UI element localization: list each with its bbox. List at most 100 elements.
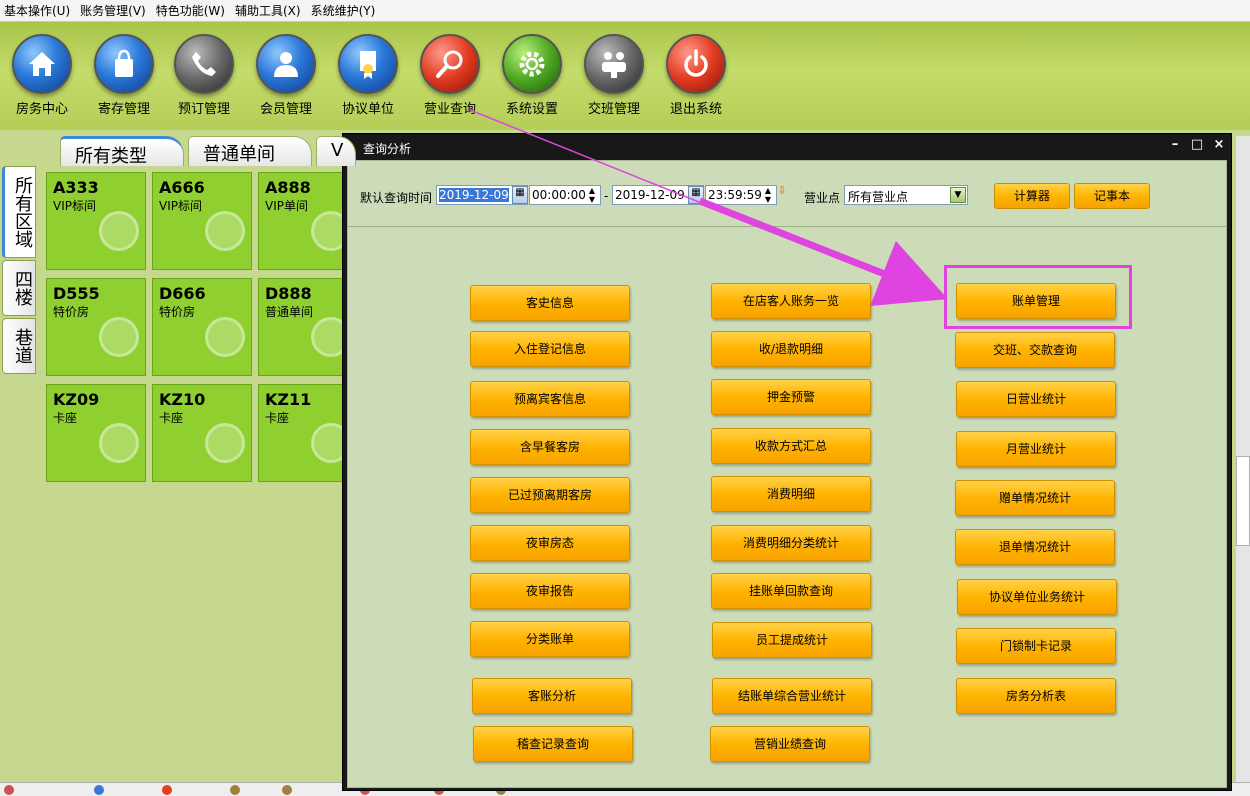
power-icon — [666, 34, 726, 94]
toolbar-room-center[interactable]: 房务中心 — [2, 34, 82, 117]
toolbar-agreement-unit[interactable]: 协议单位 — [328, 34, 408, 117]
menu-features[interactable]: 特色功能(W) — [156, 2, 225, 19]
checkin-registration-button[interactable]: 入住登记信息 — [470, 331, 630, 367]
calendar-icon[interactable]: ▦ — [512, 186, 528, 204]
room-type: 特价房 — [53, 305, 90, 319]
watermark-logo-icon — [205, 423, 245, 463]
room-type: 卡座 — [53, 411, 78, 425]
refund-stats-button[interactable]: 退单情况统计 — [955, 529, 1115, 565]
toolbar-exit[interactable]: 退出系统 — [656, 34, 736, 117]
business-point-label: 营业点 — [804, 191, 841, 205]
maximize-icon[interactable]: □ — [1189, 137, 1205, 155]
room-number: A888 — [265, 178, 311, 197]
chevron-down-icon[interactable]: ▼ — [950, 187, 966, 203]
status-item[interactable] — [278, 783, 338, 796]
overdue-rooms-button[interactable]: 已过预离期客房 — [470, 477, 630, 513]
minimize-icon[interactable]: – — [1167, 137, 1183, 155]
consumption-category-button[interactable]: 消费明细分类统计 — [711, 525, 871, 561]
room-number: KZ09 — [53, 390, 100, 409]
in-house-accounts-button[interactable]: 在店客人账务一览 — [711, 283, 871, 319]
room-type: VIP标间 — [53, 199, 96, 213]
refund-details-button[interactable]: 收/退款明细 — [711, 331, 871, 367]
area-tabs: 所有区域 四楼 巷道 — [2, 166, 38, 376]
toolbar-member[interactable]: 会员管理 — [246, 34, 326, 117]
room-number: A333 — [53, 178, 99, 197]
guest-account-analysis-button[interactable]: 客账分析 — [472, 678, 632, 714]
menu-basic[interactable]: 基本操作(U) — [4, 2, 70, 19]
dialog-title-bar[interactable]: 查询分析 – □ × — [343, 134, 1231, 160]
arrow-down-icon[interactable]: ⇩ — [776, 185, 788, 204]
tab-all-types[interactable]: 所有类型 — [60, 136, 184, 167]
toolbar-shift-management[interactable]: 交班管理 — [574, 34, 654, 117]
toolbar-storage[interactable]: 寄存管理 — [84, 34, 164, 117]
toolbar-reservation[interactable]: 预订管理 — [164, 34, 244, 117]
calculator-button[interactable]: 计算器 — [994, 183, 1070, 209]
room-card[interactable]: KZ09 卡座 — [46, 384, 146, 482]
staff-commission-button[interactable]: 员工提成统计 — [712, 622, 872, 658]
room-card[interactable]: KZ10 卡座 — [152, 384, 252, 482]
status-item[interactable] — [0, 783, 60, 796]
status-item[interactable] — [226, 783, 286, 796]
room-number: D555 — [53, 284, 100, 303]
room-type: VIP标间 — [159, 199, 202, 213]
handover-icon — [584, 34, 644, 94]
room-type: 普通单间 — [265, 305, 314, 319]
room-card[interactable]: D666 特价房 — [152, 278, 252, 376]
watermark-logo-icon — [205, 317, 245, 357]
breakfast-rooms-button[interactable]: 含早餐客房 — [470, 429, 630, 465]
expected-departure-button[interactable]: 预离宾客信息 — [470, 381, 630, 417]
daily-revenue-button[interactable]: 日营业统计 — [956, 381, 1116, 417]
tab-fourth-floor[interactable]: 四楼 — [2, 260, 36, 316]
calendar-icon[interactable]: ▦ — [688, 186, 704, 204]
status-item[interactable] — [90, 783, 150, 796]
room-type: 卡座 — [159, 411, 184, 425]
toolbar-system-settings[interactable]: 系统设置 — [492, 34, 572, 117]
marketing-performance-button[interactable]: 营销业绩查询 — [710, 726, 870, 762]
highlight-box — [944, 265, 1132, 329]
room-type: 卡座 — [265, 411, 290, 425]
tab-vip[interactable]: V — [316, 136, 356, 166]
night-audit-report-button[interactable]: 夜审报告 — [470, 573, 630, 609]
room-type: VIP单间 — [265, 199, 308, 213]
room-analysis-button[interactable]: 房务分析表 — [956, 678, 1116, 714]
guest-history-button[interactable]: 客史信息 — [470, 285, 630, 321]
complimentary-stats-button[interactable]: 赠单情况统计 — [955, 480, 1115, 516]
audit-record-button[interactable]: 稽查记录查询 — [473, 726, 633, 762]
business-point-select[interactable]: 所有营业点 ▼ — [844, 185, 968, 205]
status-item[interactable] — [158, 783, 218, 796]
payment-summary-button[interactable]: 收款方式汇总 — [711, 428, 871, 464]
checkout-statistics-button[interactable]: 结账单综合营业统计 — [712, 678, 872, 714]
room-number: D666 — [159, 284, 206, 303]
user-icon — [256, 34, 316, 94]
tab-alley[interactable]: 巷道 — [2, 318, 36, 374]
main-toolbar: 房务中心 寄存管理 预订管理 会员管理 协议单位 营业查询 系统设置 交班管理 … — [0, 22, 1250, 130]
close-icon[interactable]: × — [1211, 137, 1227, 155]
toolbar-label: 交班管理 — [587, 102, 640, 117]
monthly-revenue-button[interactable]: 月营业统计 — [956, 431, 1116, 467]
toolbar-business-query[interactable]: 营业查询 — [410, 34, 490, 117]
room-card[interactable]: A333 VIP标间 — [46, 172, 146, 270]
start-time-spinner-icon[interactable]: ▲ ▼ — [586, 186, 598, 204]
right-panel-edge — [1236, 136, 1250, 782]
credit-repayment-button[interactable]: 挂账单回款查询 — [711, 573, 871, 609]
tab-all-areas[interactable]: 所有区域 — [2, 166, 36, 258]
deposit-alert-button[interactable]: 押金预警 — [711, 379, 871, 415]
room-card[interactable]: A666 VIP标间 — [152, 172, 252, 270]
end-time-spinner-icon[interactable]: ▲ ▼ — [762, 186, 774, 204]
home-icon — [12, 34, 72, 94]
night-audit-status-button[interactable]: 夜审房态 — [470, 525, 630, 561]
toolbar-label: 营业查询 — [423, 102, 476, 117]
consumption-details-button[interactable]: 消费明细 — [711, 476, 871, 512]
room-number: A666 — [159, 178, 205, 197]
notepad-button[interactable]: 记事本 — [1074, 183, 1150, 209]
menu-accounting[interactable]: 账务管理(V) — [80, 2, 146, 19]
room-card[interactable]: D555 特价房 — [46, 278, 146, 376]
tab-standard-single[interactable]: 普通单间 — [188, 136, 312, 166]
shift-payment-query-button[interactable]: 交班、交款查询 — [955, 332, 1115, 368]
bag-icon — [94, 34, 154, 94]
menu-tools[interactable]: 辅助工具(X) — [235, 2, 301, 19]
menu-maintenance[interactable]: 系统维护(Y) — [311, 2, 376, 19]
door-lock-card-button[interactable]: 门锁制卡记录 — [956, 628, 1116, 664]
category-bill-button[interactable]: 分类账单 — [470, 621, 630, 657]
agreement-unit-stats-button[interactable]: 协议单位业务统计 — [957, 579, 1117, 615]
